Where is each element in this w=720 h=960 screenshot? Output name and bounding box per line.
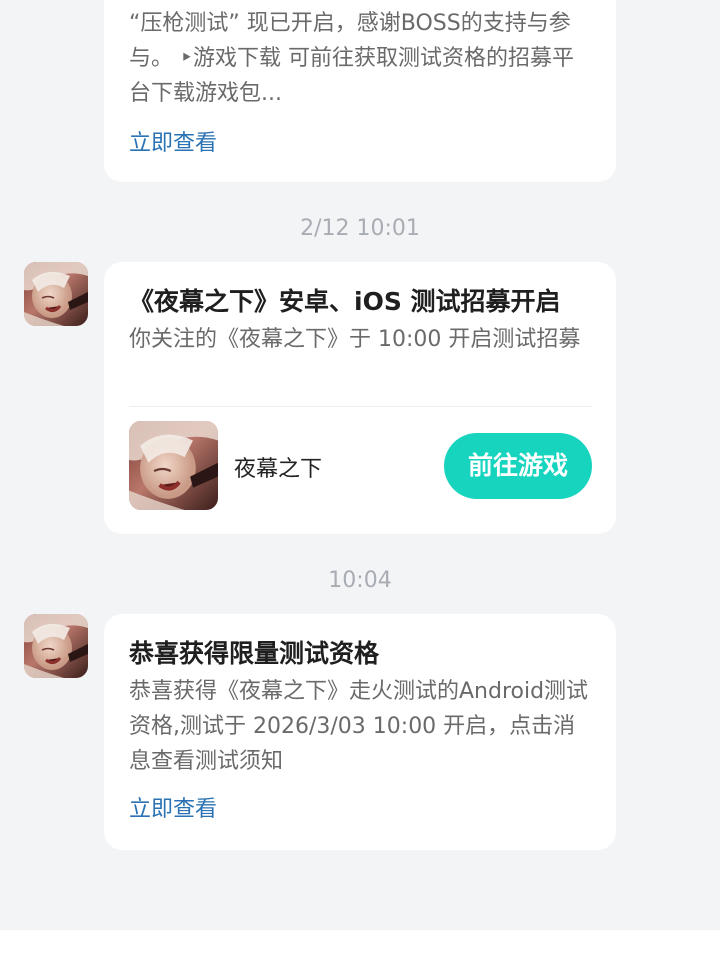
message-timestamp: 10:04: [328, 568, 392, 593]
game-cover-icon[interactable]: [129, 421, 218, 510]
message-card[interactable]: 《夜幕之下》安卓、iOS 测试招募开启 你关注的《夜幕之下》于 10:00 开启…: [104, 262, 616, 534]
view-now-link[interactable]: 立即查看: [129, 125, 217, 157]
message-card[interactable]: “压枪测试” 现已开启，感谢BOSS的支持与参与。 ‣游戏下载 可前往获取测试资…: [104, 0, 616, 182]
message-timestamp: 2/12 10:01: [300, 216, 420, 241]
message-feed: “压枪测试” 现已开启，感谢BOSS的支持与参与。 ‣游戏下载 可前往获取测试资…: [0, 0, 720, 930]
game-avatar-icon[interactable]: [24, 262, 88, 326]
message-body: “压枪测试” 现已开启，感谢BOSS的支持与参与。 ‣游戏下载 可前往获取测试资…: [129, 11, 574, 106]
message-body: 恭喜获得《夜幕之下》走火测试的Android测试资格,测试于 2026/3/03…: [129, 679, 589, 774]
message-body: 你关注的《夜幕之下》于 10:00 开启测试招募: [129, 327, 581, 352]
message-title: 《夜幕之下》安卓、iOS 测试招募开启: [129, 287, 561, 316]
message-title: 恭喜获得限量测试资格: [129, 639, 380, 668]
go-to-game-button[interactable]: 前往游戏: [444, 433, 592, 499]
game-avatar-icon[interactable]: [24, 614, 88, 678]
message-card[interactable]: 恭喜获得限量测试资格 恭喜获得《夜幕之下》走火测试的Android测试资格,测试…: [104, 614, 616, 850]
game-name: 夜幕之下: [234, 457, 323, 482]
view-now-link[interactable]: 立即查看: [129, 791, 217, 823]
game-row[interactable]: 夜幕之下 前往游戏: [129, 407, 592, 533]
